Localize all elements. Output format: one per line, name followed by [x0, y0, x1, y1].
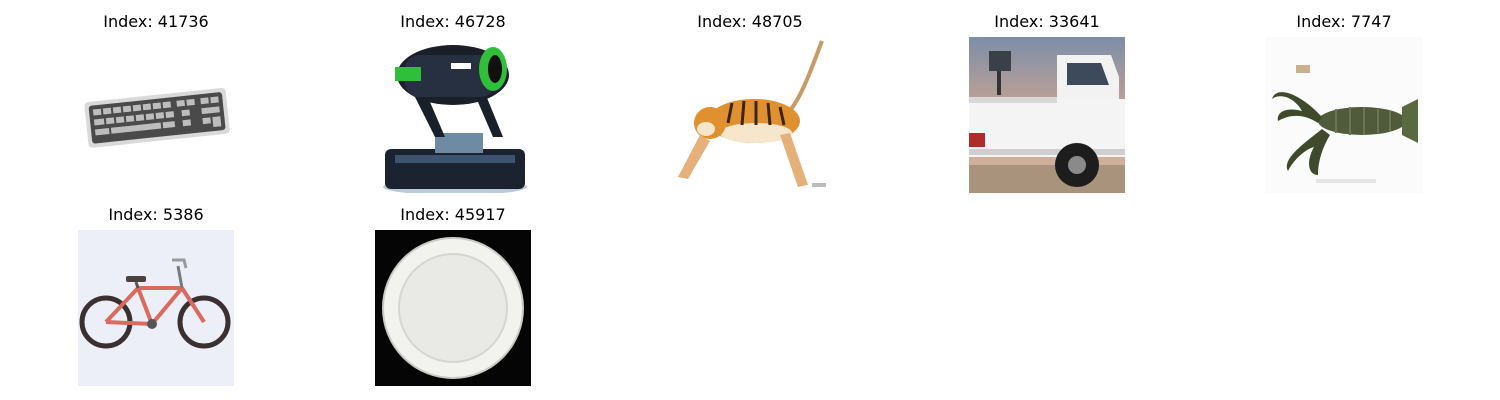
lobster-image — [1266, 37, 1422, 193]
plate-image — [375, 230, 531, 386]
image-title: Index: 7747 — [1296, 12, 1392, 31]
pickup-truck-image — [969, 37, 1125, 193]
stage-light-image — [375, 37, 531, 193]
image-title: Index: 41736 — [103, 12, 209, 31]
image-title: Index: 5386 — [108, 205, 204, 224]
image-title: Index: 48705 — [697, 12, 803, 31]
image-title: Index: 45917 — [400, 205, 506, 224]
image-title: Index: 33641 — [994, 12, 1100, 31]
image-title: Index: 46728 — [400, 12, 506, 31]
keyboard-image — [78, 37, 234, 193]
tiger-image — [672, 37, 828, 193]
bicycle-image — [78, 230, 234, 386]
